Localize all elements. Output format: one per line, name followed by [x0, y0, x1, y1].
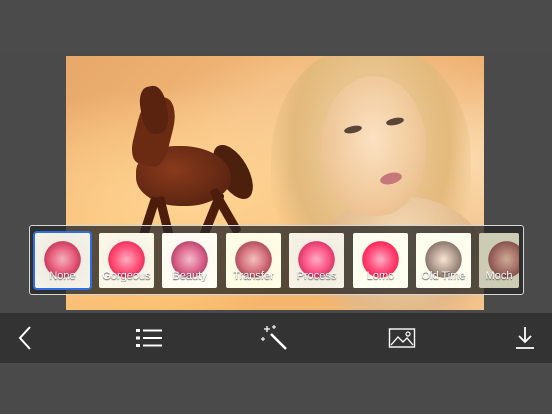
filter-label: Beauty: [172, 270, 207, 282]
download-icon: [516, 327, 534, 349]
filter-moch[interactable]: Moch: [479, 233, 519, 288]
back-chevron-icon: [18, 326, 31, 350]
magic-wand-button[interactable]: [255, 320, 295, 356]
filter-strip[interactable]: None Gorgeous Beauty Transfer Process Lo…: [29, 225, 524, 295]
filter-label: Transfer: [233, 270, 274, 282]
filter-none[interactable]: None: [33, 231, 92, 290]
filter-label: None: [49, 270, 76, 282]
image-button[interactable]: [382, 320, 422, 356]
filter-transfer[interactable]: Transfer: [226, 233, 281, 288]
filter-gorgeous[interactable]: Gorgeous: [99, 233, 154, 288]
magic-wand-icon: [261, 325, 287, 350]
back-button[interactable]: [5, 320, 45, 356]
filter-old-time[interactable]: Old Time: [416, 233, 471, 288]
bottom-area: [0, 363, 552, 414]
list-button[interactable]: [129, 320, 169, 356]
bottom-toolbar: [0, 313, 552, 363]
filter-process[interactable]: Process: [289, 233, 344, 288]
filter-label: Old Time: [421, 270, 466, 282]
top-bar: [0, 0, 552, 50]
filter-lomo[interactable]: Lomo: [353, 233, 408, 288]
list-icon: [136, 329, 162, 347]
filter-label: Process: [296, 270, 337, 282]
filter-label: Lomo: [366, 270, 395, 282]
download-button[interactable]: [505, 320, 545, 356]
filter-label: Gorgeous: [102, 270, 151, 282]
image-icon: [388, 328, 416, 348]
photo-face: [321, 76, 426, 216]
filter-label: Moch: [485, 270, 513, 282]
filter-beauty[interactable]: Beauty: [162, 233, 217, 288]
